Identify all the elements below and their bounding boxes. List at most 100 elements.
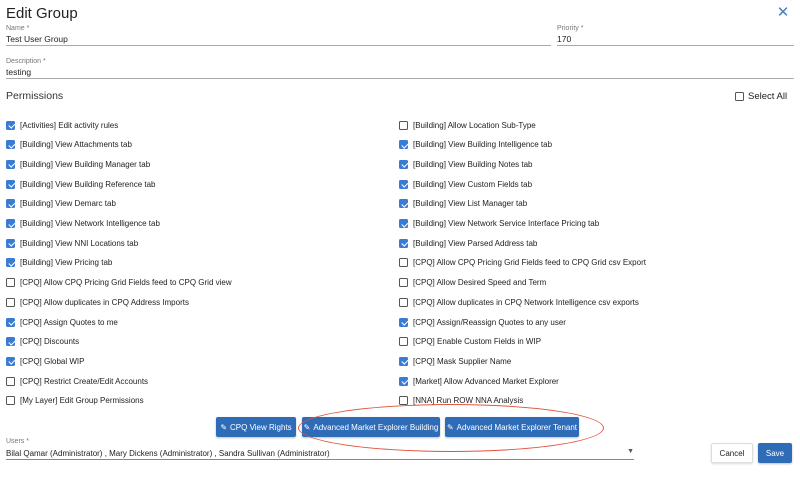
permission-label: [CPQ] Allow duplicates in CPQ Network In…: [413, 297, 639, 307]
checkbox-checked-icon[interactable]: [399, 159, 408, 169]
permission-item[interactable]: [CPQ] Mask Supplier Name: [399, 355, 511, 367]
permission-item[interactable]: [Building] View Pricing tab: [6, 257, 112, 269]
checkbox-icon[interactable]: [399, 278, 408, 288]
cpq-view-rights-button[interactable]: ✎ CPQ View Rights: [216, 417, 296, 437]
checkbox-icon[interactable]: [6, 376, 15, 386]
checkbox-checked-icon[interactable]: [399, 140, 408, 150]
permission-item[interactable]: [CPQ] Allow CPQ Pricing Grid Fields feed…: [399, 257, 646, 269]
cpq-view-rights-label: CPQ View Rights: [230, 422, 292, 432]
ame-building-button[interactable]: ✎ Advanced Market Explorer Building: [302, 417, 440, 437]
permission-label: [CPQ] Assign/Reassign Quotes to any user: [413, 317, 566, 327]
permission-item[interactable]: [Building] View Building Notes tab: [399, 158, 532, 170]
checkbox-icon[interactable]: [399, 120, 408, 130]
checkbox-icon[interactable]: [399, 337, 408, 347]
checkbox-checked-icon[interactable]: [6, 120, 15, 130]
permission-label: [Building] View Building Notes tab: [413, 159, 533, 169]
checkbox-checked-icon[interactable]: [6, 159, 15, 169]
permission-item[interactable]: [Building] View Building Reference tab: [6, 178, 156, 190]
permission-label: [CPQ] Assign Quotes to me: [20, 317, 118, 327]
checkbox-checked-icon[interactable]: [6, 337, 15, 347]
permission-item[interactable]: [Building] View List Manager tab: [399, 198, 527, 210]
permission-item[interactable]: [My Layer] Edit Group Permissions: [6, 395, 144, 407]
permission-label: [CPQ] Allow CPQ Pricing Grid Fields feed…: [20, 278, 232, 288]
permission-item[interactable]: [CPQ] Restrict Create/Edit Accounts: [6, 375, 148, 387]
permission-item[interactable]: [Building] Allow Location Sub-Type: [399, 119, 536, 131]
permission-item[interactable]: [Building] View Demarc tab: [6, 198, 116, 210]
permission-item[interactable]: [Building] View Attachments tab: [6, 139, 132, 151]
permission-item[interactable]: [CPQ] Assign Quotes to me: [6, 316, 118, 328]
permission-item[interactable]: [Building] View Network Service Interfac…: [399, 218, 599, 230]
permission-item[interactable]: [NNA] Run ROW NNA Analysis: [399, 395, 523, 407]
description-input[interactable]: testing: [6, 66, 794, 79]
checkbox-checked-icon[interactable]: [399, 376, 408, 386]
dialog-title: Edit Group: [6, 5, 78, 22]
checkbox-checked-icon[interactable]: [6, 258, 15, 268]
permission-item[interactable]: [Building] View Parsed Address tab: [399, 237, 537, 249]
checkbox-checked-icon[interactable]: [6, 317, 15, 327]
permission-item[interactable]: [CPQ] Allow duplicates in CPQ Network In…: [399, 296, 639, 308]
permission-item[interactable]: [CPQ] Global WIP: [6, 355, 84, 367]
permission-label: [Building] View Network Intelligence tab: [20, 219, 160, 228]
checkbox-icon[interactable]: [399, 297, 408, 307]
dropdown-caret-icon[interactable]: ▼: [627, 448, 634, 455]
pencil-icon: ✎: [446, 422, 454, 432]
checkbox-checked-icon[interactable]: [399, 356, 408, 366]
checkbox-checked-icon[interactable]: [399, 179, 408, 189]
permission-label: [NNA] Run ROW NNA Analysis: [413, 396, 524, 406]
cancel-button[interactable]: Cancel: [711, 443, 753, 463]
permission-item[interactable]: [CPQ] Enable Custom Fields in WIP: [399, 336, 541, 348]
checkbox-icon[interactable]: [6, 278, 15, 288]
permission-label: [Activities] Edit activity rules: [20, 120, 119, 130]
ame-tenant-button[interactable]: ✎ Advanced Market Explorer Tenant: [445, 417, 579, 437]
permission-item[interactable]: [CPQ] Discounts: [6, 336, 79, 348]
permission-label: [Building] Allow Location Sub-Type: [413, 120, 536, 130]
permission-item[interactable]: [Building] View Building Intelligence ta…: [399, 139, 552, 151]
permission-item[interactable]: [Building] View Custom Fields tab: [399, 178, 532, 190]
users-label: Users *: [6, 438, 29, 445]
select-all-label: Select All: [748, 91, 788, 102]
users-input[interactable]: Bilal Qamar (Administrator) , Mary Dicke…: [6, 447, 634, 460]
checkbox-checked-icon[interactable]: [399, 238, 408, 248]
checkbox-checked-icon[interactable]: [399, 317, 408, 327]
checkbox-checked-icon[interactable]: [399, 219, 408, 228]
checkbox-checked-icon[interactable]: [6, 356, 15, 366]
priority-field[interactable]: Priority * 170: [557, 24, 794, 46]
save-button[interactable]: Save: [758, 443, 792, 463]
checkbox-checked-icon[interactable]: [6, 140, 15, 150]
checkbox-icon[interactable]: [6, 297, 15, 307]
permission-item[interactable]: [Building] View Building Manager tab: [6, 158, 150, 170]
ame-tenant-label: Advanced Market Explorer Tenant: [456, 422, 578, 432]
close-icon[interactable]: ✕: [775, 5, 791, 21]
pencil-icon: ✎: [220, 422, 228, 432]
select-all-checkbox[interactable]: Select All: [735, 91, 787, 102]
permission-item[interactable]: [CPQ] Allow duplicates in CPQ Address Im…: [6, 296, 189, 308]
name-field[interactable]: Name * Test User Group: [6, 24, 551, 46]
permission-label: [Building] View Network Service Interfac…: [413, 219, 600, 228]
permission-item[interactable]: [Building] View Network Intelligence tab: [6, 218, 160, 230]
permission-item[interactable]: [CPQ] Assign/Reassign Quotes to any user: [399, 316, 566, 328]
description-field[interactable]: Description * testing: [6, 57, 794, 79]
checkbox-checked-icon[interactable]: [6, 179, 15, 189]
priority-input[interactable]: 170: [557, 33, 794, 46]
checkbox-icon[interactable]: [6, 396, 15, 406]
users-field[interactable]: Users * Bilal Qamar (Administrator) , Ma…: [6, 438, 634, 460]
permission-label: [Building] View Pricing tab: [20, 258, 113, 268]
permission-item[interactable]: [Market] Allow Advanced Market Explorer: [399, 375, 559, 387]
permission-label: [CPQ] Allow duplicates in CPQ Address Im…: [20, 297, 189, 307]
permission-item[interactable]: [Activities] Edit activity rules: [6, 119, 118, 131]
permission-label: [CPQ] Global WIP: [20, 356, 85, 366]
checkbox-checked-icon[interactable]: [6, 219, 15, 228]
checkbox-checked-icon[interactable]: [6, 238, 15, 248]
checkbox-checked-icon[interactable]: [399, 199, 408, 209]
description-label: Description *: [6, 58, 46, 65]
permission-item[interactable]: [CPQ] Allow CPQ Pricing Grid Fields feed…: [6, 277, 232, 289]
checkbox-icon[interactable]: [735, 92, 744, 101]
permission-label: [Building] View Building Reference tab: [20, 179, 156, 189]
priority-label: Priority *: [557, 25, 584, 32]
name-input[interactable]: Test User Group: [6, 33, 551, 46]
permission-item[interactable]: [CPQ] Allow Desired Speed and Term: [399, 277, 546, 289]
checkbox-icon[interactable]: [399, 258, 408, 268]
checkbox-checked-icon[interactable]: [6, 199, 15, 209]
permission-item[interactable]: [Building] View NNI Locations tab: [6, 237, 138, 249]
checkbox-icon[interactable]: [399, 396, 408, 406]
